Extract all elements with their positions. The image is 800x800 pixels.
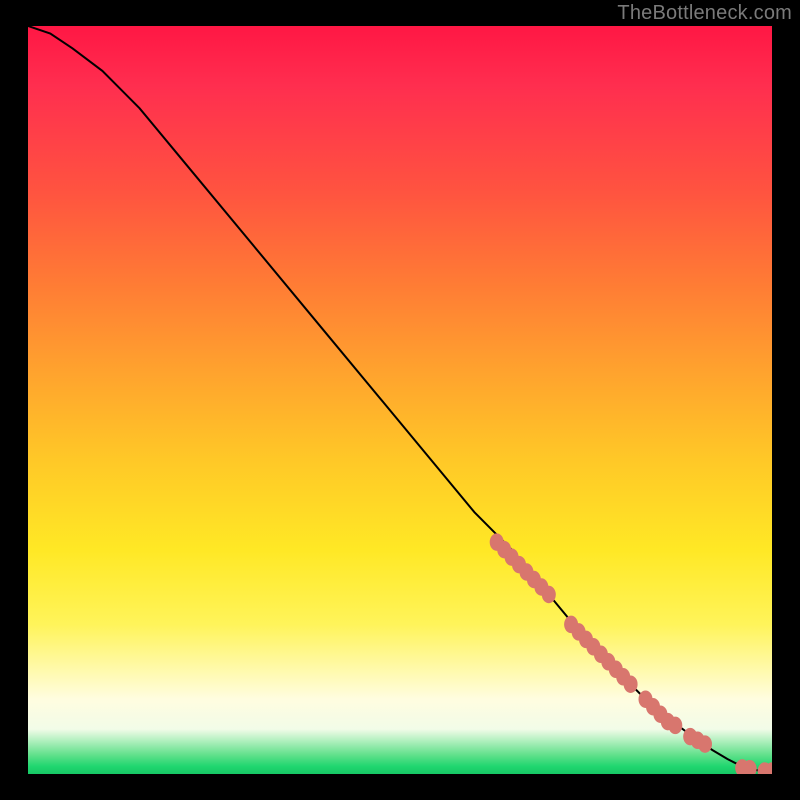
chart-frame: TheBottleneck.com bbox=[0, 0, 800, 800]
plot-svg bbox=[28, 26, 772, 774]
data-marker bbox=[542, 586, 556, 604]
data-marker bbox=[624, 675, 638, 693]
marker-group bbox=[490, 533, 772, 774]
attribution-text: TheBottleneck.com bbox=[617, 2, 792, 25]
curve-line bbox=[28, 26, 772, 771]
data-marker bbox=[698, 735, 712, 753]
plot-area bbox=[28, 26, 772, 774]
data-marker bbox=[668, 717, 682, 735]
